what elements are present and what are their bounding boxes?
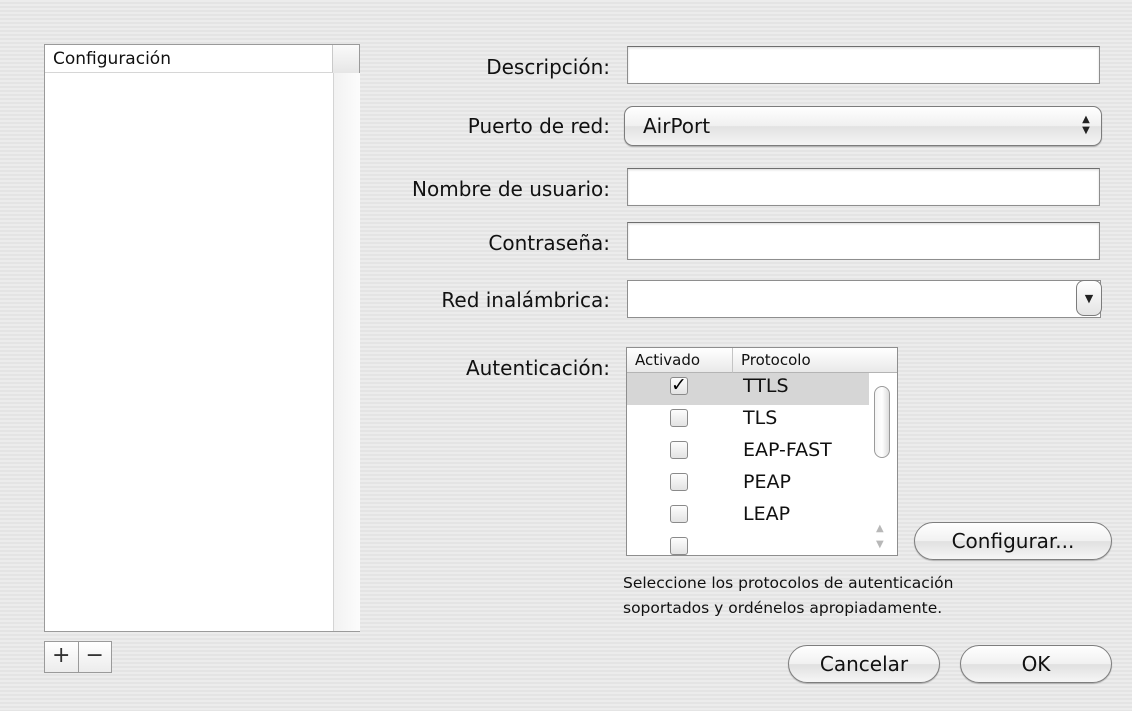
table-row[interactable]: ✓ TTLS bbox=[627, 373, 869, 405]
hint-line-2: soportados y ordénelos apropiadamente. bbox=[623, 599, 943, 617]
enabled-checkbox[interactable]: ✓ bbox=[670, 376, 688, 395]
scrollbar-thumb[interactable] bbox=[874, 386, 890, 458]
configuration-list[interactable]: Configuración bbox=[44, 44, 360, 632]
wireless-network-combobox[interactable]: ▼ bbox=[627, 280, 1102, 318]
username-label: Nombre de usuario: bbox=[412, 177, 610, 201]
enabled-checkbox[interactable] bbox=[670, 409, 688, 427]
scroll-down-arrow-icon[interactable]: ▼ bbox=[876, 539, 884, 550]
authentication-hint: Seleccione los protocolos de autenticaci… bbox=[623, 571, 953, 621]
password-label: Contraseña: bbox=[488, 231, 610, 255]
configure-button[interactable]: Configurar... bbox=[914, 522, 1112, 560]
authentication-label: Autenticación: bbox=[465, 356, 610, 380]
scroll-up-arrow-icon[interactable]: ▲ bbox=[876, 523, 884, 534]
network-port-value: AirPort bbox=[643, 114, 711, 138]
password-field[interactable] bbox=[627, 222, 1100, 260]
column-header-protocolo[interactable]: Protocolo bbox=[733, 348, 897, 373]
remove-configuration-button[interactable]: − bbox=[77, 642, 111, 672]
list-header-corner bbox=[333, 45, 359, 74]
cancel-button[interactable]: Cancelar bbox=[788, 645, 940, 683]
authentication-scrollbar[interactable]: ▲ ▼ bbox=[869, 373, 897, 555]
protocol-name: PEAP bbox=[743, 471, 791, 493]
wireless-network-label: Red inalámbrica: bbox=[441, 288, 610, 312]
configuration-list-scrollbar[interactable] bbox=[333, 73, 360, 631]
description-field[interactable] bbox=[627, 46, 1100, 84]
description-label: Descripción: bbox=[486, 55, 610, 79]
protocol-name: LEAP bbox=[743, 503, 791, 525]
enabled-checkbox[interactable] bbox=[670, 505, 688, 523]
network-port-popup[interactable]: AirPort ▲ ▼ bbox=[624, 106, 1102, 146]
network-port-label: Puerto de red: bbox=[467, 114, 610, 138]
chevron-down-icon[interactable]: ▼ bbox=[1076, 280, 1102, 316]
table-row[interactable]: LEAP bbox=[627, 501, 869, 533]
ok-button[interactable]: OK bbox=[960, 645, 1112, 683]
protocol-name: TLS bbox=[743, 407, 778, 429]
hint-line-1: Seleccione los protocolos de autenticaci… bbox=[623, 574, 954, 592]
table-row[interactable]: TLS bbox=[627, 405, 869, 437]
up-down-arrows-icon: ▲ ▼ bbox=[1082, 114, 1090, 136]
username-field[interactable] bbox=[627, 168, 1100, 206]
configuration-list-header: Configuración bbox=[45, 45, 333, 73]
table-row-partial bbox=[627, 533, 869, 555]
table-row[interactable]: EAP-FAST bbox=[627, 437, 869, 469]
add-remove-buttons: + − bbox=[44, 641, 112, 673]
enabled-checkbox[interactable] bbox=[670, 441, 688, 459]
add-configuration-button[interactable]: + bbox=[45, 642, 78, 672]
protocol-name: TTLS bbox=[743, 375, 789, 397]
column-header-activado[interactable]: Activado bbox=[627, 348, 733, 373]
authentication-table: Activado Protocolo ✓ TTLS TLS EAP-FAST P… bbox=[626, 347, 898, 556]
table-row[interactable]: PEAP bbox=[627, 469, 869, 501]
protocol-name: EAP-FAST bbox=[743, 439, 832, 461]
enabled-checkbox[interactable] bbox=[670, 473, 688, 491]
enabled-checkbox bbox=[670, 537, 688, 555]
